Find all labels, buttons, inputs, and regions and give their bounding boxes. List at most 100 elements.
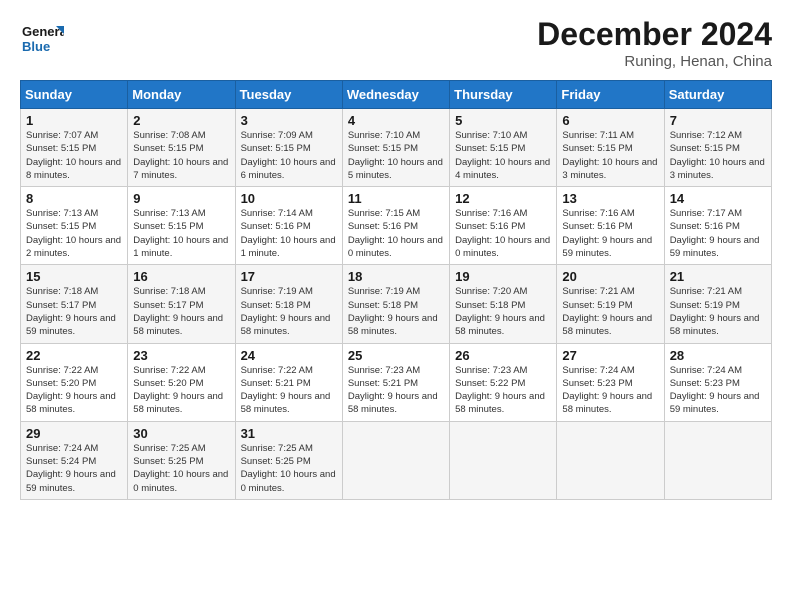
svg-text:Blue: Blue bbox=[22, 39, 50, 54]
day-number: 11 bbox=[348, 191, 444, 206]
calendar-cell: 25 Sunrise: 7:23 AM Sunset: 5:21 PM Dayl… bbox=[342, 343, 449, 421]
day-info: Sunrise: 7:09 AM Sunset: 5:15 PM Dayligh… bbox=[241, 129, 337, 182]
calendar-cell: 14 Sunrise: 7:17 AM Sunset: 5:16 PM Dayl… bbox=[664, 187, 771, 265]
calendar-cell: 19 Sunrise: 7:20 AM Sunset: 5:18 PM Dayl… bbox=[450, 265, 557, 343]
calendar-cell: 13 Sunrise: 7:16 AM Sunset: 5:16 PM Dayl… bbox=[557, 187, 664, 265]
weekday-header-thursday: Thursday bbox=[450, 81, 557, 109]
calendar-cell: 17 Sunrise: 7:19 AM Sunset: 5:18 PM Dayl… bbox=[235, 265, 342, 343]
day-info: Sunrise: 7:14 AM Sunset: 5:16 PM Dayligh… bbox=[241, 207, 337, 260]
calendar-cell: 20 Sunrise: 7:21 AM Sunset: 5:19 PM Dayl… bbox=[557, 265, 664, 343]
calendar-cell: 22 Sunrise: 7:22 AM Sunset: 5:20 PM Dayl… bbox=[21, 343, 128, 421]
day-number: 7 bbox=[670, 113, 766, 128]
day-number: 20 bbox=[562, 269, 658, 284]
calendar-cell: 8 Sunrise: 7:13 AM Sunset: 5:15 PM Dayli… bbox=[21, 187, 128, 265]
day-info: Sunrise: 7:21 AM Sunset: 5:19 PM Dayligh… bbox=[562, 285, 658, 338]
calendar-cell bbox=[342, 421, 449, 499]
day-number: 27 bbox=[562, 348, 658, 363]
day-number: 28 bbox=[670, 348, 766, 363]
day-number: 24 bbox=[241, 348, 337, 363]
calendar-cell: 29 Sunrise: 7:24 AM Sunset: 5:24 PM Dayl… bbox=[21, 421, 128, 499]
day-info: Sunrise: 7:13 AM Sunset: 5:15 PM Dayligh… bbox=[26, 207, 122, 260]
day-number: 23 bbox=[133, 348, 229, 363]
logo-icon: General Blue bbox=[20, 16, 64, 60]
weekday-header-tuesday: Tuesday bbox=[235, 81, 342, 109]
day-info: Sunrise: 7:21 AM Sunset: 5:19 PM Dayligh… bbox=[670, 285, 766, 338]
day-info: Sunrise: 7:20 AM Sunset: 5:18 PM Dayligh… bbox=[455, 285, 551, 338]
day-info: Sunrise: 7:11 AM Sunset: 5:15 PM Dayligh… bbox=[562, 129, 658, 182]
calendar-cell: 31 Sunrise: 7:25 AM Sunset: 5:25 PM Dayl… bbox=[235, 421, 342, 499]
day-info: Sunrise: 7:19 AM Sunset: 5:18 PM Dayligh… bbox=[348, 285, 444, 338]
day-number: 31 bbox=[241, 426, 337, 441]
calendar-cell: 3 Sunrise: 7:09 AM Sunset: 5:15 PM Dayli… bbox=[235, 109, 342, 187]
calendar-cell: 23 Sunrise: 7:22 AM Sunset: 5:20 PM Dayl… bbox=[128, 343, 235, 421]
day-number: 4 bbox=[348, 113, 444, 128]
day-number: 15 bbox=[26, 269, 122, 284]
calendar-cell: 11 Sunrise: 7:15 AM Sunset: 5:16 PM Dayl… bbox=[342, 187, 449, 265]
calendar-cell: 26 Sunrise: 7:23 AM Sunset: 5:22 PM Dayl… bbox=[450, 343, 557, 421]
calendar-cell: 5 Sunrise: 7:10 AM Sunset: 5:15 PM Dayli… bbox=[450, 109, 557, 187]
day-number: 21 bbox=[670, 269, 766, 284]
day-info: Sunrise: 7:12 AM Sunset: 5:15 PM Dayligh… bbox=[670, 129, 766, 182]
day-number: 5 bbox=[455, 113, 551, 128]
day-number: 22 bbox=[26, 348, 122, 363]
page: General Blue December 2024 Runing, Henan… bbox=[0, 0, 792, 612]
calendar-cell: 1 Sunrise: 7:07 AM Sunset: 5:15 PM Dayli… bbox=[21, 109, 128, 187]
calendar-cell: 16 Sunrise: 7:18 AM Sunset: 5:17 PM Dayl… bbox=[128, 265, 235, 343]
day-info: Sunrise: 7:10 AM Sunset: 5:15 PM Dayligh… bbox=[348, 129, 444, 182]
weekday-header-sunday: Sunday bbox=[21, 81, 128, 109]
day-info: Sunrise: 7:15 AM Sunset: 5:16 PM Dayligh… bbox=[348, 207, 444, 260]
calendar-cell: 7 Sunrise: 7:12 AM Sunset: 5:15 PM Dayli… bbox=[664, 109, 771, 187]
day-info: Sunrise: 7:25 AM Sunset: 5:25 PM Dayligh… bbox=[133, 442, 229, 495]
location: Runing, Henan, China bbox=[537, 53, 772, 70]
weekday-header-friday: Friday bbox=[557, 81, 664, 109]
month-title: December 2024 bbox=[537, 16, 772, 53]
day-info: Sunrise: 7:18 AM Sunset: 5:17 PM Dayligh… bbox=[26, 285, 122, 338]
day-number: 19 bbox=[455, 269, 551, 284]
day-number: 18 bbox=[348, 269, 444, 284]
calendar-cell: 9 Sunrise: 7:13 AM Sunset: 5:15 PM Dayli… bbox=[128, 187, 235, 265]
calendar-cell: 10 Sunrise: 7:14 AM Sunset: 5:16 PM Dayl… bbox=[235, 187, 342, 265]
day-number: 10 bbox=[241, 191, 337, 206]
day-number: 2 bbox=[133, 113, 229, 128]
weekday-header-wednesday: Wednesday bbox=[342, 81, 449, 109]
calendar-cell: 2 Sunrise: 7:08 AM Sunset: 5:15 PM Dayli… bbox=[128, 109, 235, 187]
day-info: Sunrise: 7:25 AM Sunset: 5:25 PM Dayligh… bbox=[241, 442, 337, 495]
day-info: Sunrise: 7:24 AM Sunset: 5:23 PM Dayligh… bbox=[670, 364, 766, 417]
day-number: 8 bbox=[26, 191, 122, 206]
weekday-header-saturday: Saturday bbox=[664, 81, 771, 109]
day-info: Sunrise: 7:16 AM Sunset: 5:16 PM Dayligh… bbox=[455, 207, 551, 260]
calendar-cell: 12 Sunrise: 7:16 AM Sunset: 5:16 PM Dayl… bbox=[450, 187, 557, 265]
day-number: 3 bbox=[241, 113, 337, 128]
weekday-header-monday: Monday bbox=[128, 81, 235, 109]
day-number: 17 bbox=[241, 269, 337, 284]
calendar-cell: 27 Sunrise: 7:24 AM Sunset: 5:23 PM Dayl… bbox=[557, 343, 664, 421]
day-info: Sunrise: 7:18 AM Sunset: 5:17 PM Dayligh… bbox=[133, 285, 229, 338]
title-area: December 2024 Runing, Henan, China bbox=[537, 16, 772, 70]
calendar-cell bbox=[664, 421, 771, 499]
day-number: 6 bbox=[562, 113, 658, 128]
logo: General Blue bbox=[20, 16, 64, 60]
day-info: Sunrise: 7:19 AM Sunset: 5:18 PM Dayligh… bbox=[241, 285, 337, 338]
day-info: Sunrise: 7:22 AM Sunset: 5:20 PM Dayligh… bbox=[26, 364, 122, 417]
calendar-cell: 28 Sunrise: 7:24 AM Sunset: 5:23 PM Dayl… bbox=[664, 343, 771, 421]
day-number: 13 bbox=[562, 191, 658, 206]
day-info: Sunrise: 7:07 AM Sunset: 5:15 PM Dayligh… bbox=[26, 129, 122, 182]
day-info: Sunrise: 7:23 AM Sunset: 5:22 PM Dayligh… bbox=[455, 364, 551, 417]
day-info: Sunrise: 7:16 AM Sunset: 5:16 PM Dayligh… bbox=[562, 207, 658, 260]
day-number: 25 bbox=[348, 348, 444, 363]
day-info: Sunrise: 7:08 AM Sunset: 5:15 PM Dayligh… bbox=[133, 129, 229, 182]
calendar-cell: 21 Sunrise: 7:21 AM Sunset: 5:19 PM Dayl… bbox=[664, 265, 771, 343]
day-number: 29 bbox=[26, 426, 122, 441]
day-number: 12 bbox=[455, 191, 551, 206]
day-number: 14 bbox=[670, 191, 766, 206]
calendar-cell: 4 Sunrise: 7:10 AM Sunset: 5:15 PM Dayli… bbox=[342, 109, 449, 187]
day-number: 26 bbox=[455, 348, 551, 363]
day-info: Sunrise: 7:23 AM Sunset: 5:21 PM Dayligh… bbox=[348, 364, 444, 417]
day-info: Sunrise: 7:24 AM Sunset: 5:23 PM Dayligh… bbox=[562, 364, 658, 417]
calendar-cell bbox=[557, 421, 664, 499]
day-info: Sunrise: 7:22 AM Sunset: 5:20 PM Dayligh… bbox=[133, 364, 229, 417]
day-info: Sunrise: 7:17 AM Sunset: 5:16 PM Dayligh… bbox=[670, 207, 766, 260]
calendar-table: SundayMondayTuesdayWednesdayThursdayFrid… bbox=[20, 80, 772, 500]
calendar-cell: 15 Sunrise: 7:18 AM Sunset: 5:17 PM Dayl… bbox=[21, 265, 128, 343]
calendar-cell: 24 Sunrise: 7:22 AM Sunset: 5:21 PM Dayl… bbox=[235, 343, 342, 421]
